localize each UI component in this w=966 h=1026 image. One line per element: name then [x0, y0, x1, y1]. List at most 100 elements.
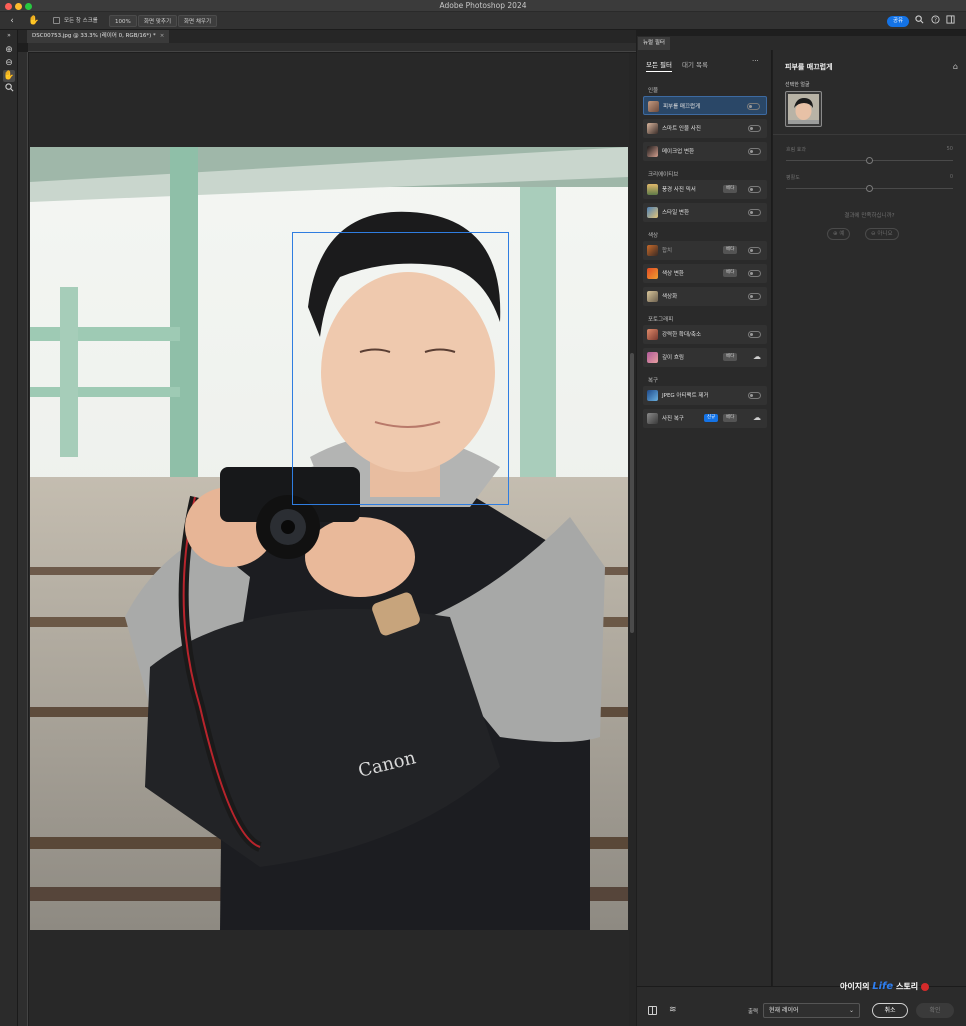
- color-transfer-thumb-icon: [647, 268, 658, 279]
- smart-portrait-thumb-icon: [647, 123, 658, 134]
- neural-filters-tab-bar: 뉴럴 필터: [637, 36, 966, 50]
- super-zoom-thumb-icon: [647, 329, 658, 340]
- watermark-prefix: 아이지의: [840, 982, 870, 991]
- style-transfer-thumb-icon: [647, 207, 658, 218]
- selected-face-thumbnail[interactable]: [785, 91, 822, 127]
- filter-depth-blur[interactable]: 깊이 흐림 베타 ☁: [643, 348, 767, 367]
- reset-filter-icon[interactable]: ⌂: [953, 62, 958, 71]
- skin-smoothing-thumb-icon: [648, 101, 659, 112]
- filter-photo-restoration[interactable]: 사진 복구 신규 베타 ☁: [643, 409, 767, 428]
- scroll-all-windows-checkbox[interactable]: [53, 17, 60, 24]
- output-select-value: 현재 레이어: [769, 1007, 799, 1014]
- feedback-yes-button[interactable]: ⊕ 예: [827, 228, 851, 240]
- face-selection-box[interactable]: [292, 232, 509, 505]
- filter-super-zoom[interactable]: 강력한 확대/축소: [643, 325, 767, 344]
- filter-smart-portrait[interactable]: 스마트 인물 사진: [643, 119, 767, 138]
- filter-toggle[interactable]: [748, 247, 761, 254]
- layers-icon[interactable]: ≋: [669, 1005, 677, 1015]
- zoom-100-button[interactable]: 100%: [109, 15, 137, 27]
- watermark-logo-icon: [920, 982, 929, 991]
- filter-toggle[interactable]: [747, 103, 760, 110]
- scroll-all-windows-label: 모든 창 스크롤: [64, 18, 98, 24]
- filter-color-transfer[interactable]: 색상 변환 베타: [643, 264, 767, 283]
- filter-toggle[interactable]: [748, 209, 761, 216]
- smoothness-slider-value: 0: [949, 174, 953, 180]
- filter-toggle[interactable]: [748, 125, 761, 132]
- collapse-chevron-icon[interactable]: »: [3, 30, 15, 42]
- vertical-scrollbar[interactable]: [629, 53, 636, 1026]
- svg-text:?: ?: [934, 18, 937, 24]
- output-select[interactable]: 현재 레이어 ⌄: [763, 1003, 860, 1018]
- filter-colorize[interactable]: 색상화: [643, 287, 767, 306]
- cloud-download-icon[interactable]: ☁: [753, 413, 761, 422]
- hand-tool-icon: ✋: [28, 16, 40, 26]
- feedback-question: 결과에 만족하십니까?: [844, 213, 895, 219]
- fit-screen-button[interactable]: 화면 맞추기: [138, 15, 178, 27]
- filter-label: 합치: [662, 248, 673, 254]
- filter-landscape-mixer[interactable]: 풍경 사진 믹서 베타: [643, 180, 767, 199]
- fill-screen-button[interactable]: 화면 채우기: [178, 15, 218, 27]
- smoothness-slider-handle[interactable]: [866, 185, 873, 192]
- filter-toggle[interactable]: [748, 186, 761, 193]
- app-title: Adobe Photoshop 2024: [439, 1, 527, 10]
- share-button[interactable]: 공유: [887, 16, 909, 27]
- close-tab-icon[interactable]: ×: [160, 33, 165, 39]
- document-tab[interactable]: DSC00753.jpg @ 33.3% (레이어 0, RGB/16*) * ×: [27, 30, 170, 43]
- zoom-tool-icon[interactable]: [3, 83, 15, 95]
- ok-button[interactable]: 확인: [916, 1003, 954, 1018]
- category-photography: 포토그래피: [648, 317, 674, 323]
- neural-filters-panel-tab[interactable]: 뉴럴 필터: [638, 37, 670, 50]
- category-portrait: 인물: [648, 88, 659, 94]
- search-icon[interactable]: [913, 15, 925, 27]
- category-color: 색상: [648, 233, 659, 239]
- tab-all-filters[interactable]: 모든 필터: [646, 59, 672, 72]
- neural-filters-footer: ≋ 출력 현재 레이어 ⌄ 취소 확인: [637, 986, 966, 1026]
- tab-wait-list[interactable]: 대기 목록: [682, 59, 708, 69]
- filter-label: 스마트 인물 사진: [662, 126, 701, 132]
- hand-tool-icon[interactable]: ✋: [3, 70, 15, 82]
- preview-toggle-icon[interactable]: [648, 1006, 657, 1015]
- document-tab-bar: DSC00753.jpg @ 33.3% (레이어 0, RGB/16*) * ×: [18, 30, 636, 43]
- filter-makeup-transfer[interactable]: 메이크업 변환: [643, 142, 767, 161]
- feedback-no-button[interactable]: ⊖ 아니요: [865, 228, 899, 240]
- more-options-icon[interactable]: ···: [752, 57, 759, 65]
- help-icon[interactable]: ?: [929, 15, 941, 27]
- zoom-out-icon[interactable]: ⊖: [3, 57, 15, 69]
- workspace-icon[interactable]: [944, 15, 956, 27]
- blur-slider-handle[interactable]: [866, 157, 873, 164]
- filter-label: 피부를 매끄럽게: [663, 104, 701, 110]
- filter-toggle[interactable]: [748, 293, 761, 300]
- filter-label: JPEG 아티팩트 제거: [662, 393, 709, 399]
- zoom-in-icon[interactable]: ⊕: [3, 44, 15, 56]
- cloud-download-icon[interactable]: ☁: [753, 352, 761, 361]
- filter-label: 강력한 확대/축소: [662, 332, 702, 338]
- landscape-mixer-thumb-icon: [647, 184, 658, 195]
- filter-toggle[interactable]: [748, 392, 761, 399]
- tools-panel: » ⊕ ⊖ ✋: [0, 30, 18, 1026]
- back-chevron-icon[interactable]: ‹: [6, 15, 18, 27]
- blur-slider-label: 흐림 효과: [786, 147, 806, 153]
- beta-badge: 베타: [723, 246, 738, 254]
- chevron-down-icon: ⌄: [848, 1007, 854, 1014]
- photo-restoration-thumb-icon: [647, 413, 658, 424]
- filter-harmonization[interactable]: 합치 베타: [643, 241, 767, 260]
- filter-jpeg-artifacts-removal[interactable]: JPEG 아티팩트 제거: [643, 386, 767, 405]
- beta-badge: 베타: [723, 414, 738, 422]
- beta-badge: 베타: [723, 353, 738, 361]
- options-bar: ‹ ✋ 모든 창 스크롤 100% 화면 맞추기 화면 채우기 공유 ?: [0, 12, 966, 30]
- horizontal-ruler: [28, 43, 636, 52]
- feedback-yes-label: 예: [839, 231, 845, 237]
- filter-toggle[interactable]: [748, 331, 761, 338]
- cancel-button[interactable]: 취소: [872, 1003, 908, 1018]
- filter-toggle[interactable]: [748, 270, 761, 277]
- filter-skin-smoothing[interactable]: 피부를 매끄럽게: [643, 96, 767, 115]
- filter-toggle[interactable]: [748, 148, 761, 155]
- filter-label: 스타일 변환: [662, 210, 690, 216]
- filter-style-transfer[interactable]: 스타일 변환: [643, 203, 767, 222]
- feedback-no-label: 아니요: [877, 231, 893, 237]
- output-label: 출력: [748, 1009, 759, 1015]
- vertical-ruler: [18, 52, 28, 1026]
- scrollbar-thumb[interactable]: [630, 353, 634, 633]
- blur-slider-value: 50: [946, 146, 953, 152]
- category-restore: 복구: [648, 378, 659, 384]
